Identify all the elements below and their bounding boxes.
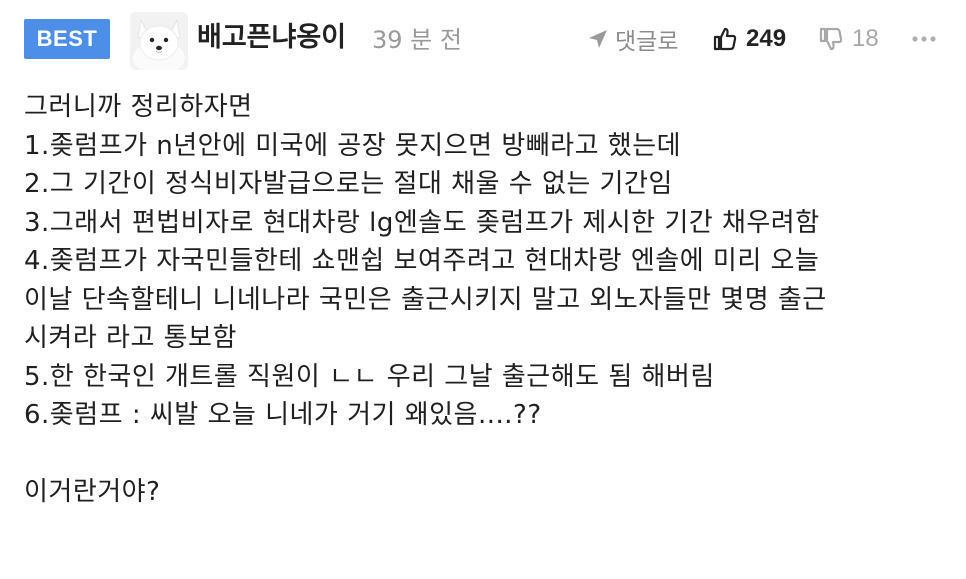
comment-line: 3.그래서 편법비자로 현대차랑 lg엔솔도 좆럼프가 제시한 기간 채우려함 [24,207,820,238]
comment-line: 4.좆럼프가 자국민들한테 쇼맨쉽 보여주려고 현대차랑 엔솔에 미리 오늘 [24,246,820,276]
avatar[interactable] [130,12,188,70]
best-badge: BEST [24,19,110,59]
comment-body: 그러니까 정리하자면 1.좆럼프가 n년안에 미국에 공장 못지으면 방빼라고 … [24,88,954,512]
timestamp: 39 분 전 [372,26,462,54]
reply-button[interactable]: 댓글로 [587,19,678,59]
comment-line: 시켜라 라고 통보함 [24,323,237,353]
comment-line: 이날 단속할테니 니네나라 국민은 출근시키지 말고 외노자들만 몇명 출근 [24,284,827,315]
comment-line: 1.좆럼프가 n년안에 미국에 공장 못지으면 방빼라고 했는데 [24,130,682,161]
like-button[interactable]: 249 [712,19,786,59]
username[interactable]: 배고픈냐옹이 [197,18,346,58]
reply-arrow-icon [589,30,607,48]
thumbs-down-icon [819,27,843,51]
comment-line: 6.좆럼프 : 씨발 오늘 니네가 거기 왜있음....?? [24,400,542,430]
dislike-count: 18 [852,25,879,52]
dislike-button[interactable]: 18 [818,19,879,59]
comment-line: 2.그 기간이 정식비자발급으로는 절대 채울 수 없는 기간임 [24,169,673,199]
like-count: 249 [746,25,787,52]
comment-line: 이거란거야? [24,477,161,507]
comment-line: 그러니까 정리하자면 [24,92,253,122]
more-options-button[interactable] [906,19,942,59]
comment-header: BEST 배고픈냐옹이 39 분 전 댓글로 249 18 [0,0,966,76]
reply-label: 댓글로 [615,29,679,55]
comment-line: 5.한 한국인 개트롤 직원이 ㄴㄴ 우리 그날 출근해도 됨 해버림 [24,361,715,392]
white-dog-avatar-icon [130,12,188,70]
thumbs-up-icon [713,27,737,51]
more-dots-icon [912,36,936,42]
